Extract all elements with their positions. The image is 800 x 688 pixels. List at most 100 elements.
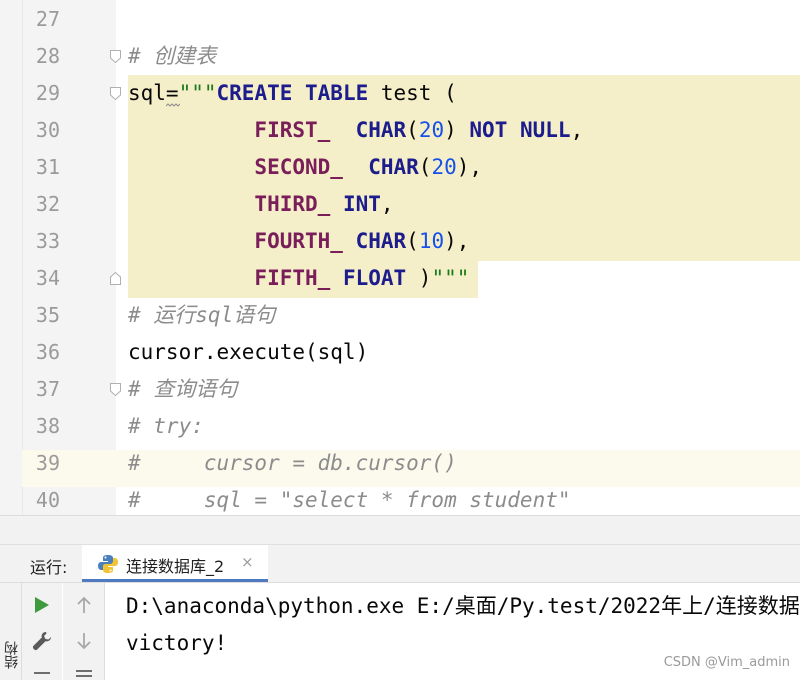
- code-text: # sql = "select * from student": [128, 482, 571, 515]
- minus-icon: [34, 672, 50, 674]
- code-token: test (: [368, 81, 457, 105]
- code-text: # 运行sql语句: [128, 297, 275, 334]
- scroll-down-button[interactable]: [69, 626, 99, 656]
- run-toolbar-primary: [22, 583, 62, 680]
- code-line[interactable]: 33 FOURTH_ CHAR(10),: [0, 223, 800, 260]
- code-token: # 运行sql语句: [128, 303, 276, 327]
- line-number: 34: [35, 266, 60, 290]
- code-text: THIRD_ INT,: [128, 186, 394, 223]
- code-text: # cursor = db.cursor(): [128, 445, 457, 482]
- code-token: CREATE TABLE: [216, 81, 369, 105]
- code-token: 10: [418, 229, 445, 253]
- settings-button[interactable]: [27, 626, 57, 656]
- code-token: CHAR: [330, 118, 407, 142]
- scroll-up-button[interactable]: [69, 590, 99, 620]
- code-token: # sql = "select * from student": [128, 488, 571, 512]
- line-number: 33: [35, 229, 60, 253]
- run-label: 运行:: [30, 558, 68, 577]
- fold-marker-icon[interactable]: [110, 383, 121, 396]
- code-token: # 查询语句: [128, 377, 238, 401]
- code-token: FLOAT: [330, 266, 407, 290]
- code-line[interactable]: 34 FIFTH_ FLOAT )""": [0, 260, 800, 297]
- code-line[interactable]: 36 cursor.execute(sql): [0, 334, 800, 371]
- line-number: 30: [35, 118, 60, 142]
- fold-marker-icon[interactable]: [110, 272, 121, 285]
- code-text: # 创建表: [128, 38, 216, 75]
- line-number: 29: [35, 81, 60, 105]
- code-token: ): [406, 266, 432, 290]
- code-token: CHAR: [342, 155, 419, 179]
- code-token: ),: [444, 229, 470, 253]
- line-number: 39: [35, 451, 60, 475]
- code-token: sql=: [128, 81, 179, 105]
- code-line[interactable]: 27: [0, 1, 800, 38]
- play-icon: [35, 597, 49, 613]
- soft-wrap-button[interactable]: [69, 658, 99, 688]
- run-toolbar-secondary: [63, 583, 105, 680]
- code-token: FIRST_: [128, 118, 331, 142]
- code-token: (: [406, 229, 419, 253]
- code-token: FOURTH_: [128, 229, 343, 253]
- console-line: victory!: [126, 631, 228, 655]
- code-token: INT: [330, 192, 381, 216]
- code-token: ): [444, 118, 470, 142]
- code-token: 20: [431, 155, 457, 179]
- code-text: # try:: [128, 408, 204, 445]
- code-editor[interactable]: 27 28 # 创建表 29 sql="""CREATE TABLE test (30 …: [0, 0, 800, 515]
- wrench-icon: [32, 632, 51, 651]
- code-token: """: [431, 266, 470, 290]
- code-token: # cursor = db.cursor(): [128, 451, 457, 475]
- code-token: (: [406, 118, 419, 142]
- code-line[interactable]: 30 FIRST_ CHAR(20) NOT NULL,: [0, 112, 800, 149]
- python-icon: [98, 555, 118, 573]
- fold-marker-icon[interactable]: [110, 50, 121, 63]
- code-token: ,: [570, 118, 584, 142]
- code-token: ,: [380, 192, 394, 216]
- code-token: CHAR: [342, 229, 407, 253]
- code-token: THIRD_: [128, 192, 331, 216]
- code-token: (: [418, 155, 432, 179]
- line-number: 40: [35, 488, 60, 512]
- structure-tab-label: 结构: [4, 641, 20, 669]
- line-number: 27: [35, 7, 60, 31]
- code-text: SECOND_ CHAR(20),: [128, 149, 482, 186]
- code-text: FIRST_ CHAR(20) NOT NULL,: [128, 112, 583, 149]
- structure-side-tab[interactable]: 结构: [0, 583, 22, 680]
- pin-button[interactable]: [27, 658, 57, 688]
- console-line: D:\anaconda\python.exe E:/桌面/Py.test/202…: [126, 594, 800, 618]
- code-line[interactable]: 32 THIRD_ INT,: [0, 186, 800, 223]
- code-token: cursor.execute(sql): [128, 340, 369, 364]
- arrow-down-icon: [77, 633, 91, 650]
- code-text: FOURTH_ CHAR(10),: [128, 223, 469, 260]
- line-number: 28: [35, 44, 60, 68]
- code-line[interactable]: 40 # sql = "select * from student": [0, 482, 800, 515]
- code-token: FIFTH_: [128, 266, 331, 290]
- rerun-button[interactable]: [27, 590, 57, 620]
- close-icon[interactable]: ×: [241, 553, 254, 571]
- code-line[interactable]: 38 # try:: [0, 408, 800, 445]
- watermark: CSDN @Vim_admin: [663, 655, 790, 670]
- line-number: 31: [35, 155, 60, 179]
- code-token: 20: [418, 118, 445, 142]
- code-text: cursor.execute(sql): [128, 334, 368, 371]
- line-number: 36: [35, 340, 60, 364]
- warning-squiggle: [166, 103, 180, 107]
- code-line[interactable]: 35 # 运行sql语句: [0, 297, 800, 334]
- code-token: # try:: [128, 414, 204, 438]
- run-tab[interactable]: 连接数据库_2 ×: [82, 545, 268, 582]
- code-line[interactable]: 39 # cursor = db.cursor(): [0, 445, 800, 482]
- code-line[interactable]: 28 # 创建表: [0, 38, 800, 75]
- code-token: """: [178, 81, 217, 105]
- run-tab-label: 连接数据库_2: [126, 557, 225, 576]
- panel-splitter[interactable]: [0, 515, 800, 545]
- code-line[interactable]: 37 # 查询语句: [0, 371, 800, 408]
- line-number: 32: [35, 192, 60, 216]
- code-line[interactable]: 29 sql="""CREATE TABLE test (: [0, 75, 800, 112]
- code-text: # 查询语句: [128, 371, 237, 408]
- run-toolwindow-header: 运行: 连接数据库_2 ×: [0, 545, 800, 583]
- code-line[interactable]: 31 SECOND_ CHAR(20),: [0, 149, 800, 186]
- line-number: 38: [35, 414, 60, 438]
- code-text: FIFTH_ FLOAT )""": [128, 260, 469, 297]
- code-token: # 创建表: [128, 44, 217, 68]
- fold-marker-icon[interactable]: [110, 87, 121, 100]
